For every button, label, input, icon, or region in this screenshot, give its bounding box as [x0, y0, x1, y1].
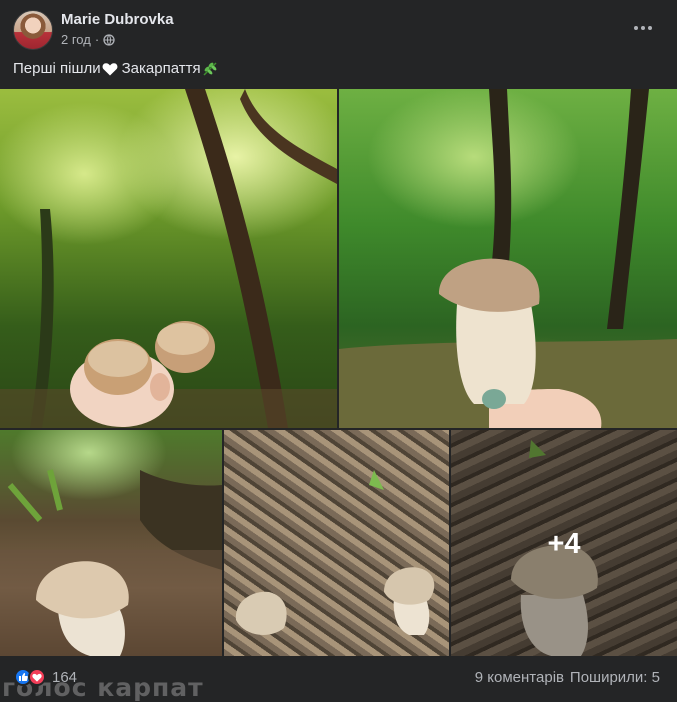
photo-forest-single-mushroom[interactable]: [339, 89, 677, 428]
love-reaction-icon: [28, 668, 46, 686]
reaction-count: 164: [52, 668, 78, 686]
meta-separator: ·: [94, 32, 100, 47]
post-header: Marie Dubrovka 2 год ·: [0, 0, 677, 58]
herb-icon: [203, 61, 217, 76]
shares-link[interactable]: Поширили: 5: [570, 669, 660, 686]
photo-mushrooms-leaves[interactable]: [224, 430, 449, 656]
photo-mushroom-roots[interactable]: [0, 430, 222, 656]
globe-icon[interactable]: [103, 33, 115, 46]
photo-mushroom-more[interactable]: +4: [451, 430, 677, 656]
more-options-icon[interactable]: [629, 18, 657, 38]
comments-link[interactable]: 9 коментарів: [475, 669, 564, 686]
post-caption: Перші пішли Закарпаття: [13, 60, 218, 77]
post-footer: голос карпат 164 9 коментарів Поширили: …: [0, 658, 677, 702]
author-avatar[interactable]: [13, 10, 53, 50]
reactions-summary[interactable]: 164: [14, 668, 77, 686]
more-photos-count[interactable]: +4: [451, 528, 677, 561]
post-time[interactable]: 2 год: [61, 32, 91, 47]
author-name[interactable]: Marie Dubrovka: [61, 11, 174, 28]
photo-forest-two-mushrooms[interactable]: [0, 89, 337, 428]
caption-text-start: Перші пішли: [13, 60, 101, 77]
caption-text-end: Закарпаття: [121, 60, 201, 77]
white-heart-icon: [102, 62, 118, 75]
post-meta: 2 год ·: [61, 32, 115, 47]
